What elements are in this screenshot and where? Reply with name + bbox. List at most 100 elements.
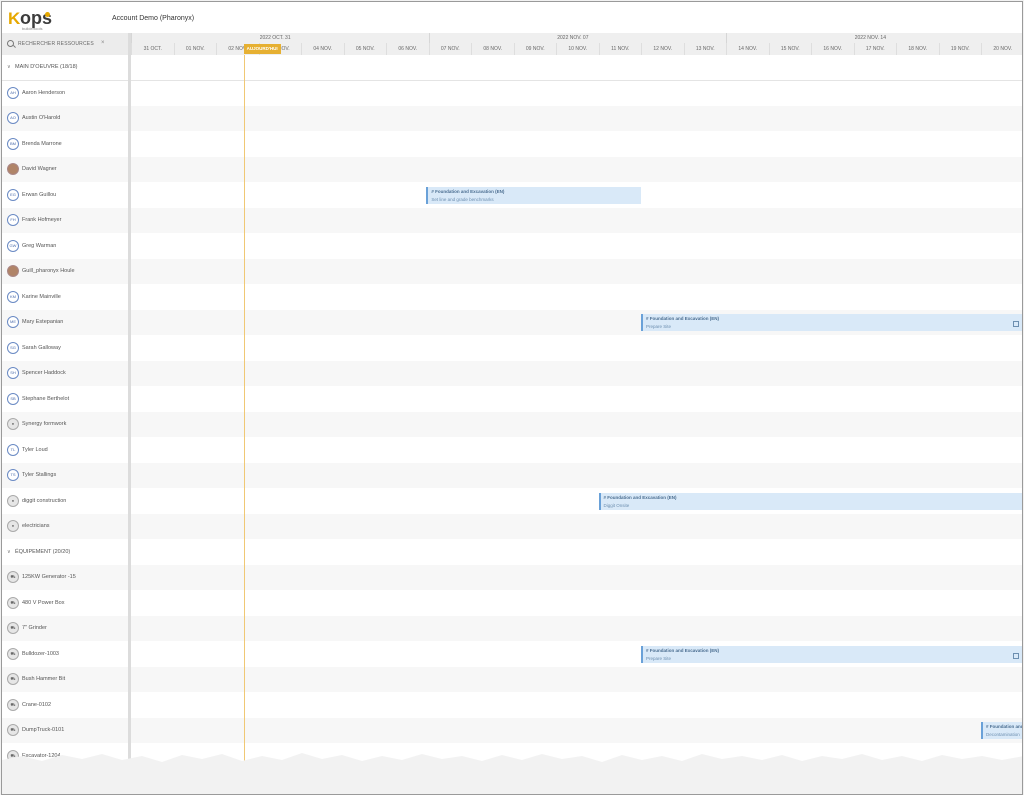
resource-row[interactable]: ● electricians (2, 514, 129, 539)
timeline-row[interactable] (131, 336, 1022, 361)
resource-row[interactable]: ● Synergy formwork (2, 412, 129, 437)
resource-row[interactable]: SH Spencer Haddock (2, 361, 129, 386)
week-header: 2022 OCT. 31 2022 NOV. 07 2022 NOV. 14 (131, 33, 1022, 43)
equipment-icon: ⛟ (7, 673, 19, 685)
avatar: BM (7, 137, 19, 150)
task-bar[interactable]: # Foundation and Excavation (EN) Prepare … (641, 314, 1022, 331)
account-name[interactable]: Account Demo (Pharonyx) (112, 15, 194, 22)
resource-row[interactable]: BM Brenda Marrone (2, 132, 129, 157)
day-header-cell: 12 NOV. (641, 43, 684, 55)
avatar: SG (7, 341, 19, 354)
task-title: # Foundation and Excavation (EN) (646, 647, 720, 653)
timeline-row[interactable] (131, 591, 1022, 616)
resource-row[interactable]: Guill_pharonyx Houle (2, 259, 129, 284)
day-header-cell: 07 NOV. (428, 43, 472, 55)
timeline-row[interactable] (131, 693, 1022, 718)
resource-row[interactable]: TL Tyler Loud (2, 438, 129, 463)
resource-row[interactable]: ⛟ 480 V Power Box (2, 591, 129, 616)
week-label: 2022 OCT. 31 (259, 35, 291, 41)
task-bar[interactable]: # Foundation and Excavation (EN) Prepare … (641, 645, 1022, 663)
resource-name: 125KW Generator -15 (22, 574, 76, 580)
timeline-row[interactable] (131, 285, 1022, 310)
resource-row[interactable]: ● diggit construction (2, 489, 129, 514)
day-header-cell: 06 NOV. (386, 43, 429, 55)
resource-row[interactable]: ⛟ Bulldozer-1003 (2, 642, 129, 667)
timeline-row[interactable] (131, 361, 1022, 386)
timeline-row[interactable] (131, 259, 1022, 284)
week-label: 2022 NOV. 14 (854, 35, 886, 41)
week-separator (131, 33, 132, 43)
resource-search[interactable]: RECHERCHER RESSOURCES × (2, 33, 129, 56)
timeline-row[interactable] (131, 438, 1022, 463)
resource-row[interactable]: AH Aaron Henderson (2, 81, 129, 106)
kops-logo[interactable]: Kops buildertools (8, 9, 56, 31)
avatar: FH (7, 214, 19, 226)
timeline-group-row (131, 55, 1022, 81)
chevron-down-icon[interactable]: ∨ (7, 549, 11, 555)
day-header-cell: 17 NOV. (853, 43, 897, 55)
timeline-row[interactable] (131, 387, 1022, 412)
resource-row[interactable]: David Wagner (2, 157, 129, 182)
resource-row[interactable]: ⛟ Crane-0102 (2, 693, 129, 718)
resource-row[interactable]: KM Karine Mainville (2, 285, 129, 310)
timeline-row[interactable] (131, 234, 1022, 259)
week-separator (726, 33, 727, 43)
group-header[interactable]: ∨ MAIN D'OEUVRE (18/18) (2, 55, 129, 81)
top-bar: Kops buildertools Account Demo (Pharonyx… (2, 2, 1022, 33)
expand-icon[interactable] (1013, 652, 1019, 659)
day-header-cell: 01 NOV. (173, 43, 217, 55)
resource-name: Bulldozer-1003 (22, 650, 59, 657)
timeline-row[interactable] (131, 463, 1022, 488)
resource-row[interactable]: ME Mary Estepanian (2, 310, 129, 335)
resource-row[interactable]: ⛟ DumpTruck-0101 (2, 718, 129, 743)
resource-row[interactable]: ⛟ 7" Grinder (2, 616, 129, 641)
resource-row[interactable]: SG Sarah Galloway (2, 336, 129, 361)
resource-name: Guill_pharonyx Houle (22, 268, 75, 274)
equipment-icon: ⛟ (7, 571, 19, 583)
search-input[interactable]: RECHERCHER RESSOURCES (18, 41, 94, 47)
timeline-row[interactable] (131, 667, 1022, 692)
equipment-icon: ⛟ (7, 647, 19, 660)
resource-row[interactable]: FH Frank Hofmeyer (2, 208, 129, 233)
task-subtitle: Prepare Site (646, 324, 672, 329)
task-bar[interactable]: # Foundation and Excavation (EN) Decontam… (981, 722, 1022, 739)
resource-name: Erwan Guillou (22, 191, 57, 198)
avatar (7, 265, 19, 277)
timeline-row[interactable] (131, 514, 1022, 539)
task-bar[interactable]: # Foundation and Excavation (EN) Set line… (426, 186, 641, 204)
timeline-row[interactable] (131, 81, 1022, 106)
timeline-row[interactable] (131, 132, 1022, 157)
timeline-row[interactable] (131, 412, 1022, 437)
group-label: MAIN D'OEUVRE (18/18) (15, 64, 78, 70)
resource-row[interactable]: ⛟ Bush Hammer Bit (2, 667, 129, 692)
resource-row[interactable]: SB Stephane Berthelot (2, 387, 129, 412)
avatar: TL (7, 443, 19, 456)
timeline-row[interactable] (131, 208, 1022, 233)
resource-name: electricians (22, 523, 50, 529)
app-frame: Kops buildertools Account Demo (Pharonyx… (1, 1, 1023, 795)
chevron-down-icon[interactable]: ∨ (7, 64, 11, 70)
today-badge[interactable]: AUJOURD'HUI (243, 44, 281, 54)
timeline-row[interactable] (131, 616, 1022, 641)
resource-row[interactable]: GW Greg Warman (2, 234, 129, 259)
resource-row[interactable]: AO Austin O'Harold (2, 106, 129, 131)
task-bar[interactable]: # Foundation and Excavation (EN) Diggit O… (598, 492, 1022, 510)
day-header-cell: 31 OCT. (131, 43, 174, 55)
group-header[interactable]: ∨ ÉQUIPEMENT (20/20) (2, 539, 129, 566)
timeline-row[interactable] (131, 106, 1022, 131)
day-header-cell: 16 NOV. (811, 43, 854, 55)
day-header-cell: 08 NOV. (471, 43, 514, 55)
timeline-row[interactable] (131, 157, 1022, 182)
expand-icon[interactable] (1013, 321, 1019, 327)
resource-name: 7" Grinder (22, 625, 47, 631)
day-header-cell: 04 NOV. (301, 43, 344, 55)
resource-row[interactable]: TS Tyler Stallings (2, 463, 129, 488)
resource-name: Greg Warman (22, 242, 57, 249)
clear-search-icon[interactable]: × (101, 40, 105, 46)
timeline-row[interactable] (131, 718, 1022, 743)
resource-row[interactable]: ⛟ 125KW Generator -15 (2, 565, 129, 590)
timeline-row[interactable] (131, 565, 1022, 590)
resource-row[interactable]: EG Erwan Guillou (2, 183, 129, 208)
avatar: EG (7, 188, 19, 201)
equipment-icon: ⛟ (7, 698, 19, 711)
